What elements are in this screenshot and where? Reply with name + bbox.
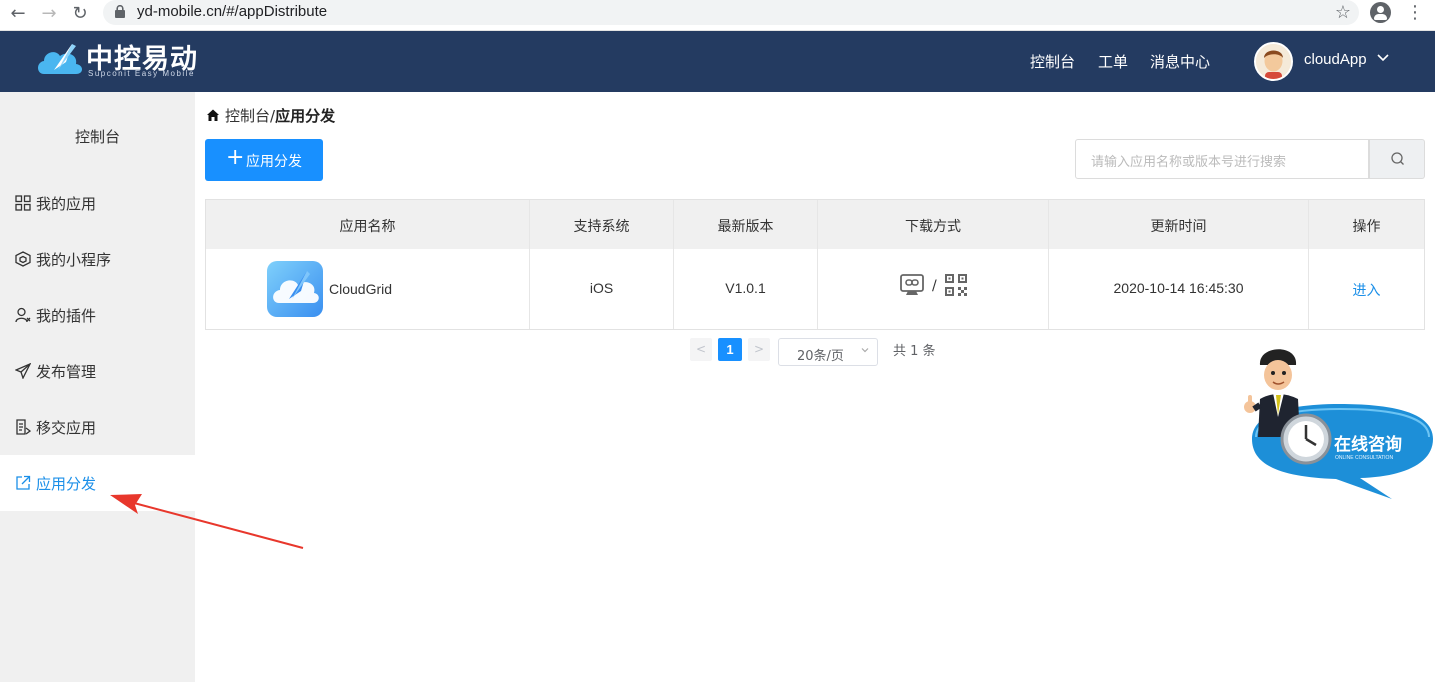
add-distribution-button[interactable]: + 应用分发 <box>205 139 323 181</box>
annotation-arrow-icon <box>110 494 304 549</box>
app-header: 中控易动 Supconit Easy Mobile 控制台 工单 消息中心 cl… <box>0 31 1435 92</box>
column-header: 更新时间 <box>1049 200 1309 249</box>
browser-menu-icon[interactable]: ⋮ <box>1406 2 1424 24</box>
breadcrumb-root[interactable]: 控制台 <box>225 107 270 125</box>
breadcrumb: 控制台/应用分发 <box>225 105 335 126</box>
sidebar: 控制台 我的应用 我的小程序 我的插件 发布管理 移交应用 应用分发 <box>0 92 195 682</box>
plus-icon: + <box>226 145 245 170</box>
nav-console[interactable]: 控制台 <box>1030 51 1075 72</box>
consultant-figure-icon: 在线咨询 ONLINE CONSULTATION <box>1244 349 1433 499</box>
sidebar-item-my-apps[interactable]: 我的应用 <box>0 175 195 231</box>
search-button[interactable] <box>1369 139 1425 179</box>
table-row: CloudGrid iOS V1.0.1 / 2020-10-14 16:45:… <box>206 249 1424 329</box>
qrcode-icon[interactable] <box>944 273 968 297</box>
column-header: 下载方式 <box>818 200 1049 249</box>
back-arrow-icon[interactable]: ← <box>6 2 30 26</box>
sidebar-item-mini-programs[interactable]: 我的小程序 <box>0 231 195 287</box>
user-avatar[interactable] <box>1254 42 1293 81</box>
address-bar[interactable]: yd-mobile.cn/#/appDistribute ☆ <box>103 0 1359 25</box>
svg-text:ONLINE CONSULTATION: ONLINE CONSULTATION <box>1335 455 1393 461</box>
sidebar-title: 控制台 <box>74 128 120 146</box>
column-header: 支持系统 <box>530 200 674 249</box>
search-icon <box>1391 152 1404 165</box>
sidebar-item-release[interactable]: 发布管理 <box>0 343 195 399</box>
sidebar-item-plugins[interactable]: 我的插件 <box>0 287 195 343</box>
chevron-down-icon <box>861 348 869 353</box>
browser-profile-icon[interactable] <box>1370 2 1391 23</box>
user-name[interactable]: cloudApp <box>1304 51 1367 68</box>
cell-updated: 2020-10-14 16:45:30 <box>1049 249 1309 329</box>
page-size-select[interactable]: 20条/页 <box>778 338 878 366</box>
lock-icon <box>115 5 125 18</box>
url-text: yd-mobile.cn/#/appDistribute <box>137 3 328 20</box>
nav-messages[interactable]: 消息中心 <box>1150 51 1210 72</box>
online-consultation-widget[interactable]: 在线咨询 ONLINE CONSULTATION <box>1240 347 1435 507</box>
link-icon[interactable] <box>900 273 924 297</box>
column-header: 应用名称 <box>206 200 530 249</box>
cell-download: / <box>818 249 1049 329</box>
grid-icon <box>15 195 31 211</box>
sidebar-item-label: 我的小程序 <box>36 251 112 269</box>
cube-icon <box>15 251 31 267</box>
user-plugin-icon <box>15 307 31 323</box>
next-page-button[interactable]: > <box>748 338 770 361</box>
cell-system: iOS <box>530 249 674 329</box>
sidebar-item-transfer[interactable]: 移交应用 <box>0 399 195 455</box>
table-header: 应用名称 支持系统 最新版本 下载方式 更新时间 操作 <box>206 200 1424 249</box>
sidebar-item-label: 应用分发 <box>36 475 97 493</box>
browser-toolbar: ← → ↻ yd-mobile.cn/#/appDistribute ☆ ⋮ <box>0 0 1435 31</box>
cell-app-name: CloudGrid <box>206 249 530 329</box>
cell-action: 进入 <box>1309 249 1424 329</box>
page-number[interactable]: 1 <box>718 338 742 361</box>
svg-text:在线咨询: 在线咨询 <box>1334 434 1402 455</box>
forward-arrow-icon[interactable]: → <box>37 2 61 26</box>
app-name: CloudGrid <box>329 281 393 297</box>
column-header: 最新版本 <box>674 200 818 249</box>
sidebar-item-label: 我的插件 <box>36 307 97 325</box>
logo-icon[interactable] <box>36 40 86 76</box>
column-header: 操作 <box>1352 219 1381 235</box>
cell-version: V1.0.1 <box>674 249 818 329</box>
reload-icon[interactable]: ↻ <box>68 2 92 26</box>
page-size-value: 20条/页 <box>797 349 844 364</box>
document-transfer-icon <box>16 419 31 435</box>
chevron-down-icon[interactable] <box>1377 53 1389 63</box>
app-icon[interactable] <box>267 261 323 317</box>
logo-subtitle: Supconit Easy Mobile <box>88 69 195 78</box>
prev-page-button[interactable]: < <box>690 338 712 361</box>
home-icon[interactable] <box>206 108 220 122</box>
bookmark-star-icon[interactable]: ☆ <box>1335 0 1351 25</box>
sidebar-item-label: 我的应用 <box>36 195 97 213</box>
enter-link[interactable]: 进入 <box>1309 280 1424 300</box>
add-distribution-label: 应用分发 <box>246 154 302 170</box>
app-table: 应用名称 支持系统 最新版本 下载方式 更新时间 操作 CloudGrid iO… <box>205 199 1425 330</box>
search-input[interactable]: 请输入应用名称或版本号进行搜索 <box>1075 139 1369 179</box>
total-count: 共 1 条 <box>893 344 936 359</box>
download-separator: / <box>932 278 937 294</box>
send-icon <box>15 363 31 379</box>
breadcrumb-current: 应用分发 <box>275 107 336 125</box>
nav-tickets[interactable]: 工单 <box>1098 51 1128 72</box>
sidebar-item-label: 移交应用 <box>36 419 97 437</box>
sidebar-item-label: 发布管理 <box>36 363 97 381</box>
share-out-icon <box>16 475 31 490</box>
